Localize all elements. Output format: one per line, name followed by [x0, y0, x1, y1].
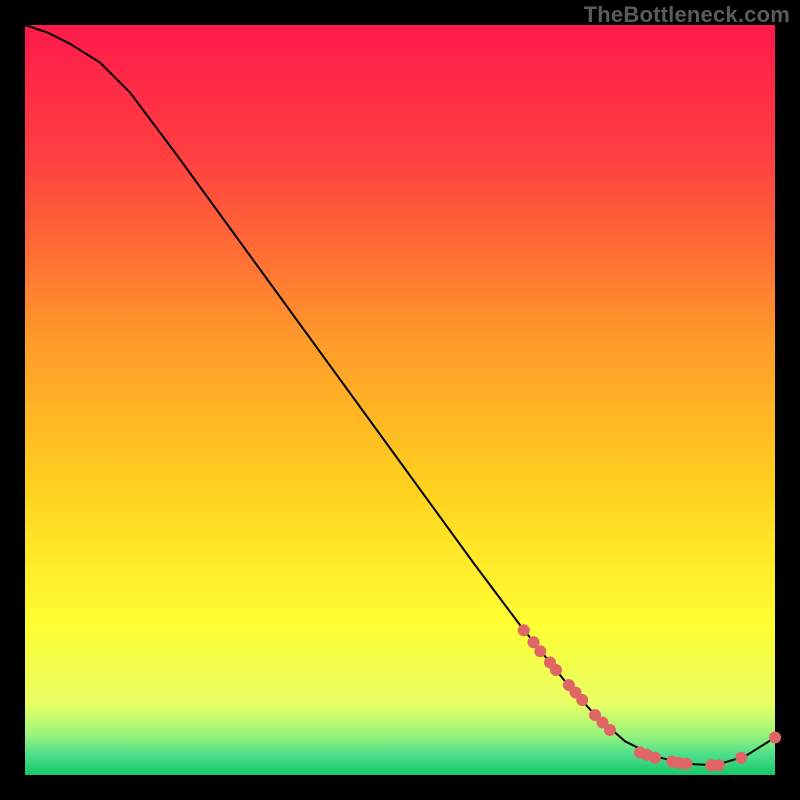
marker-dot — [550, 664, 562, 676]
marker-dot — [735, 752, 747, 764]
marker-dot — [604, 724, 616, 736]
marker-dot — [769, 732, 781, 744]
watermark-text: TheBottleneck.com — [584, 2, 790, 28]
marker-dot — [649, 752, 661, 764]
chart-root: TheBottleneck.com — [0, 0, 800, 800]
marker-dot — [534, 645, 546, 657]
marker-dot — [681, 758, 693, 770]
plot-background — [25, 25, 775, 775]
marker-dot — [713, 759, 725, 771]
chart-canvas — [0, 0, 800, 800]
marker-dot — [518, 624, 530, 636]
marker-dot — [576, 694, 588, 706]
